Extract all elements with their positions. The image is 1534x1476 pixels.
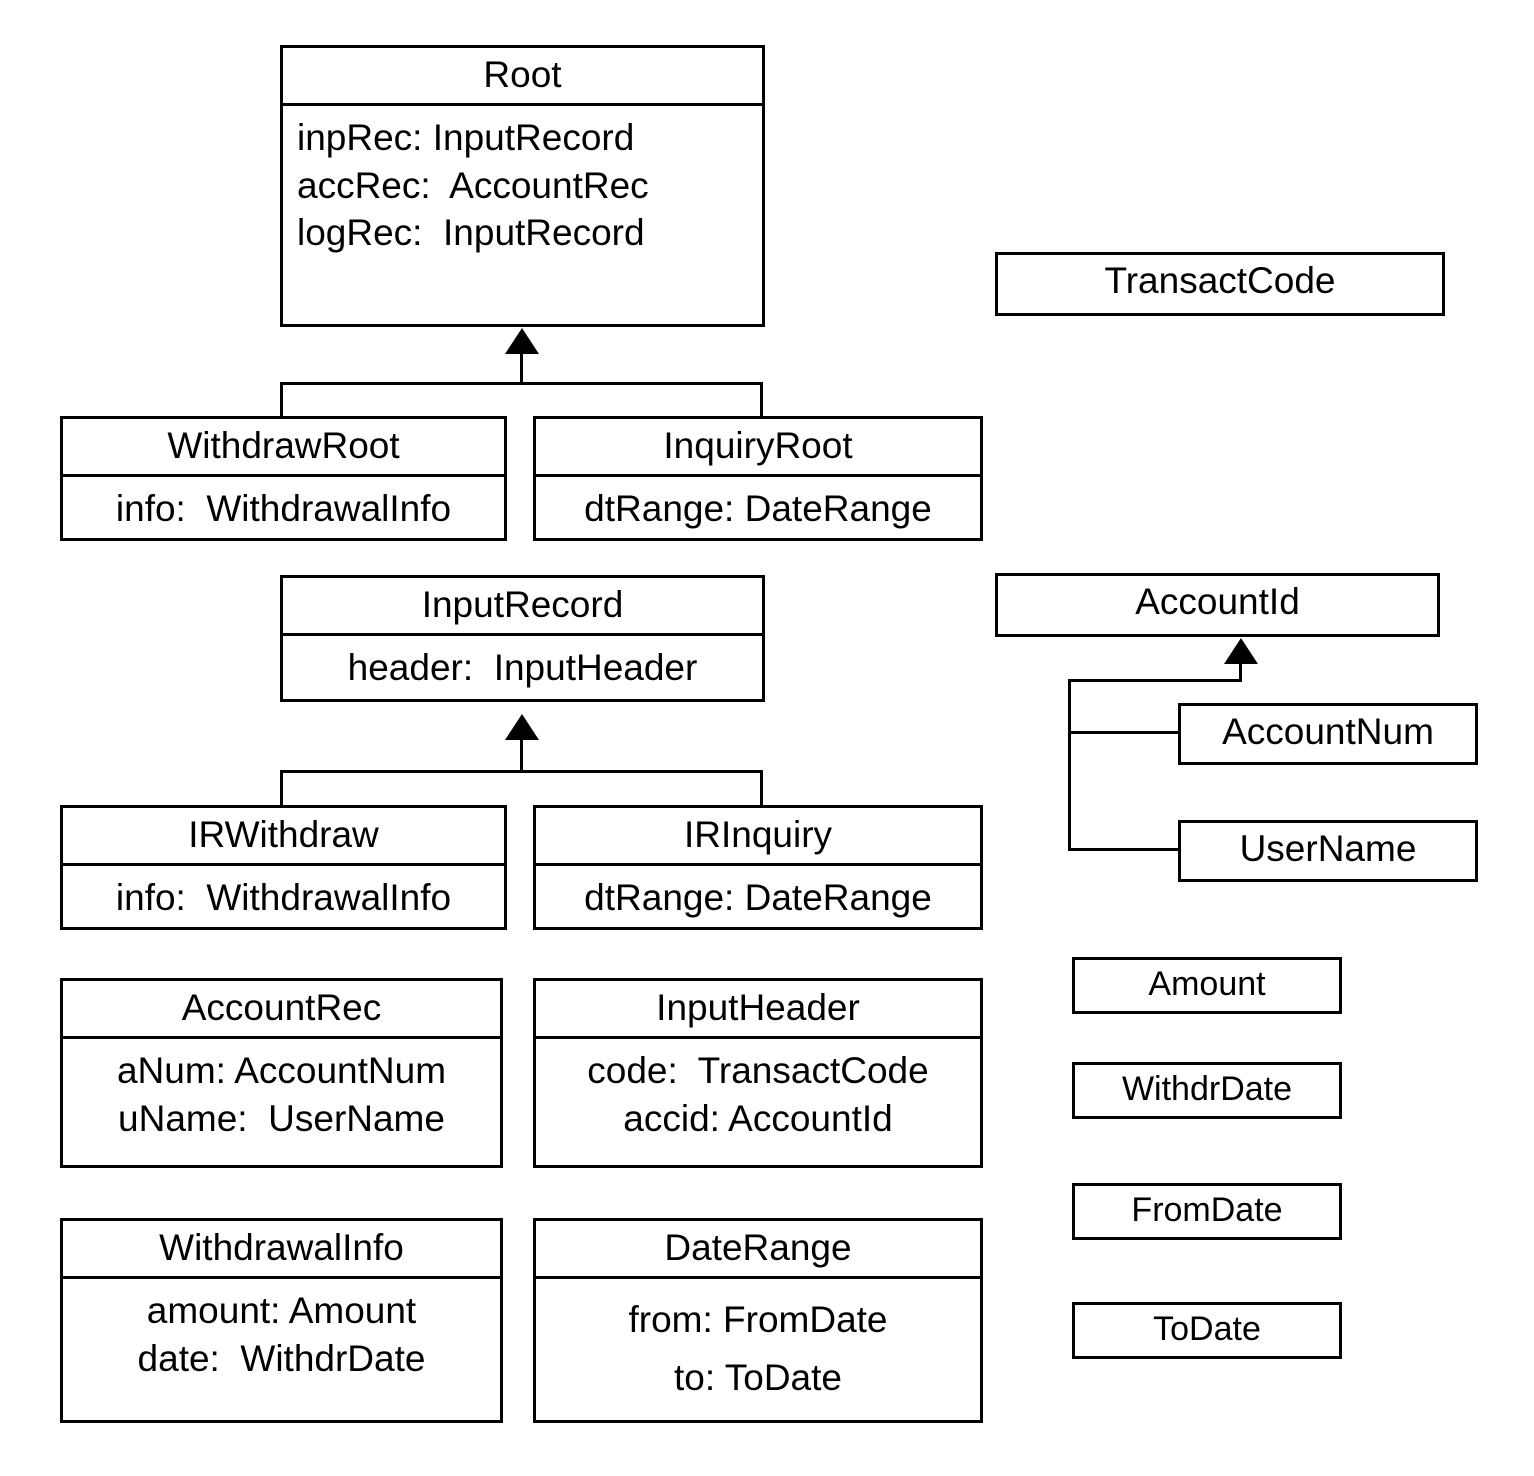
class-attribute: from: FromDate xyxy=(628,1299,888,1341)
class-attribute: accid: AccountId xyxy=(623,1097,893,1139)
class-attributes-irwithdraw: info: WithdrawalInfo xyxy=(63,866,504,931)
class-attribute: info: WithdrawalInfo xyxy=(115,877,452,919)
class-attributes-inquiryroot: dtRange: DateRange xyxy=(536,477,980,542)
class-name-username: UserName xyxy=(1239,828,1417,869)
class-attribute: to: ToDate xyxy=(674,1356,842,1398)
class-attribute: date: WithdrDate xyxy=(137,1337,426,1379)
class-name-inputheader: InputHeader xyxy=(656,987,860,1028)
class-box-fromdate[interactable]: FromDate xyxy=(1072,1183,1342,1240)
class-name-withdrawalinfo: WithdrawalInfo xyxy=(159,1227,404,1268)
class-box-withdrdate[interactable]: WithdrDate xyxy=(1072,1062,1342,1119)
generalization-branch-accountnum xyxy=(1068,731,1180,734)
class-attribute: header: InputHeader xyxy=(347,647,698,689)
class-name-accountnum: AccountNum xyxy=(1222,711,1434,752)
class-box-withdrawroot[interactable]: WithdrawRoot info: WithdrawalInfo xyxy=(60,416,507,541)
class-name-withdrdate: WithdrDate xyxy=(1121,1070,1293,1108)
class-box-inputrecord[interactable]: InputRecord header: InputHeader xyxy=(280,575,765,702)
uml-class-diagram-canvas: Root inpRec: InputRecord accRec: Account… xyxy=(0,0,1534,1476)
generalization-spine-accountid xyxy=(1068,679,1071,851)
class-box-todate[interactable]: ToDate xyxy=(1072,1302,1342,1359)
class-name-accountid: AccountId xyxy=(1135,581,1300,622)
class-box-irinquiry[interactable]: IRInquiry dtRange: DateRange xyxy=(533,805,983,930)
generalization-stem-inputrecord xyxy=(520,738,523,772)
class-attribute: accRec: AccountRec xyxy=(297,164,649,206)
class-attributes-withdrawroot: info: WithdrawalInfo xyxy=(63,477,504,542)
generalization-branch-inquiryroot xyxy=(760,382,763,417)
class-attribute: amount: Amount xyxy=(146,1290,417,1332)
class-box-inquiryroot[interactable]: InquiryRoot dtRange: DateRange xyxy=(533,416,983,541)
class-name-withdrawroot: WithdrawRoot xyxy=(167,425,400,466)
class-box-accountnum[interactable]: AccountNum xyxy=(1178,703,1478,765)
class-name-todate: ToDate xyxy=(1153,1310,1261,1348)
class-name-accountrec: AccountRec xyxy=(181,987,382,1028)
generalization-branch-username xyxy=(1068,848,1180,851)
class-attribute: code: TransactCode xyxy=(587,1050,929,1092)
class-box-root[interactable]: Root inpRec: InputRecord accRec: Account… xyxy=(280,45,765,327)
generalization-crossbar-root xyxy=(280,382,763,385)
class-name-fromdate: FromDate xyxy=(1131,1191,1283,1229)
class-box-daterange[interactable]: DateRange from: FromDate to: ToDate xyxy=(533,1218,983,1423)
class-attributes-accountrec: aNum: AccountNum uName: UserName xyxy=(63,1039,500,1152)
class-box-username[interactable]: UserName xyxy=(1178,820,1478,882)
class-attribute: dtRange: DateRange xyxy=(584,488,932,530)
class-attributes-daterange: from: FromDate to: ToDate xyxy=(536,1279,980,1416)
class-name-root: Root xyxy=(483,54,562,95)
generalization-branch-withdrawroot xyxy=(280,382,283,417)
generalization-arrow-root xyxy=(505,328,539,354)
class-name-amount: Amount xyxy=(1148,965,1266,1003)
class-attribute: aNum: AccountNum xyxy=(116,1050,447,1092)
class-attributes-inputheader: code: TransactCode accid: AccountId xyxy=(536,1039,980,1152)
class-box-accountid[interactable]: AccountId xyxy=(995,573,1440,637)
class-box-transactcode[interactable]: TransactCode xyxy=(995,252,1445,316)
class-attribute: inpRec: InputRecord xyxy=(297,117,635,159)
class-name-inputrecord: InputRecord xyxy=(421,584,624,625)
generalization-branch-irinquiry xyxy=(760,770,763,806)
class-attributes-inputrecord: header: InputHeader xyxy=(283,636,762,701)
class-box-irwithdraw[interactable]: IRWithdraw info: WithdrawalInfo xyxy=(60,805,507,930)
class-box-withdrawalinfo[interactable]: WithdrawalInfo amount: Amount date: With… xyxy=(60,1218,503,1423)
class-name-inquiryroot: InquiryRoot xyxy=(663,425,853,466)
class-box-accountrec[interactable]: AccountRec aNum: AccountNum uName: UserN… xyxy=(60,978,503,1168)
class-attributes-irinquiry: dtRange: DateRange xyxy=(536,866,980,931)
class-attributes-root: inpRec: InputRecord accRec: AccountRec l… xyxy=(283,106,762,266)
class-box-inputheader[interactable]: InputHeader code: TransactCode accid: Ac… xyxy=(533,978,983,1168)
generalization-crossbar-inputrecord xyxy=(280,770,763,773)
class-name-daterange: DateRange xyxy=(664,1227,852,1268)
class-name-transactcode: TransactCode xyxy=(1104,260,1336,301)
class-attribute: logRec: InputRecord xyxy=(297,212,645,254)
generalization-arrow-inputrecord xyxy=(505,714,539,740)
class-attribute: dtRange: DateRange xyxy=(584,877,932,919)
class-name-irwithdraw: IRWithdraw xyxy=(188,814,379,855)
class-attribute: uName: UserName xyxy=(118,1097,445,1139)
class-name-irinquiry: IRInquiry xyxy=(683,814,833,855)
class-attribute: info: WithdrawalInfo xyxy=(115,488,452,530)
generalization-arrow-accountid xyxy=(1224,638,1258,664)
class-box-amount[interactable]: Amount xyxy=(1072,957,1342,1014)
class-attributes-withdrawalinfo: amount: Amount date: WithdrDate xyxy=(63,1279,500,1392)
generalization-crossbar-accountid xyxy=(1068,679,1242,682)
generalization-stem-root xyxy=(520,352,523,384)
generalization-branch-irwithdraw xyxy=(280,770,283,806)
